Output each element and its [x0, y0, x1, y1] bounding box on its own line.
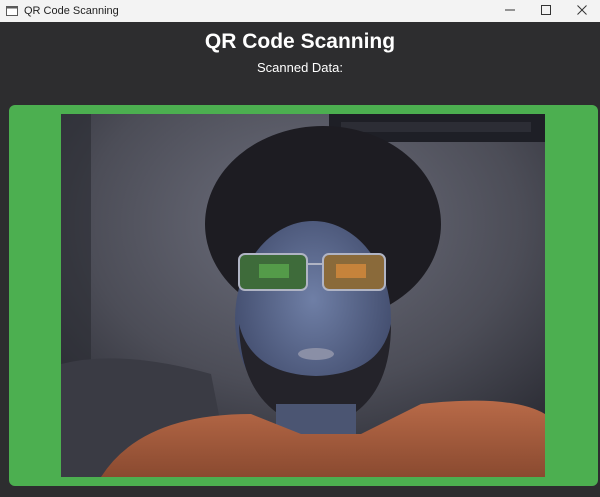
title-bar[interactable]: QR Code Scanning: [0, 0, 600, 22]
header: QR Code Scanning Scanned Data:: [0, 22, 600, 102]
window-controls: [492, 0, 600, 22]
close-icon: [577, 2, 587, 20]
minimize-icon: [505, 2, 515, 20]
scanned-data-label: Scanned Data:: [256, 60, 343, 75]
window-title: QR Code Scanning: [24, 5, 119, 17]
close-button[interactable]: [564, 0, 600, 22]
maximize-button[interactable]: [528, 0, 564, 22]
page-title: QR Code Scanning: [204, 30, 396, 53]
maximize-icon: [541, 2, 551, 20]
camera-feed-image: [61, 114, 545, 477]
minimize-button[interactable]: [492, 0, 528, 22]
app-window: QR Code Scanning QR Code Scanning Scanne…: [0, 0, 600, 497]
camera-frame: [9, 105, 598, 486]
app-icon: [6, 6, 18, 16]
camera-feed: [61, 114, 545, 477]
